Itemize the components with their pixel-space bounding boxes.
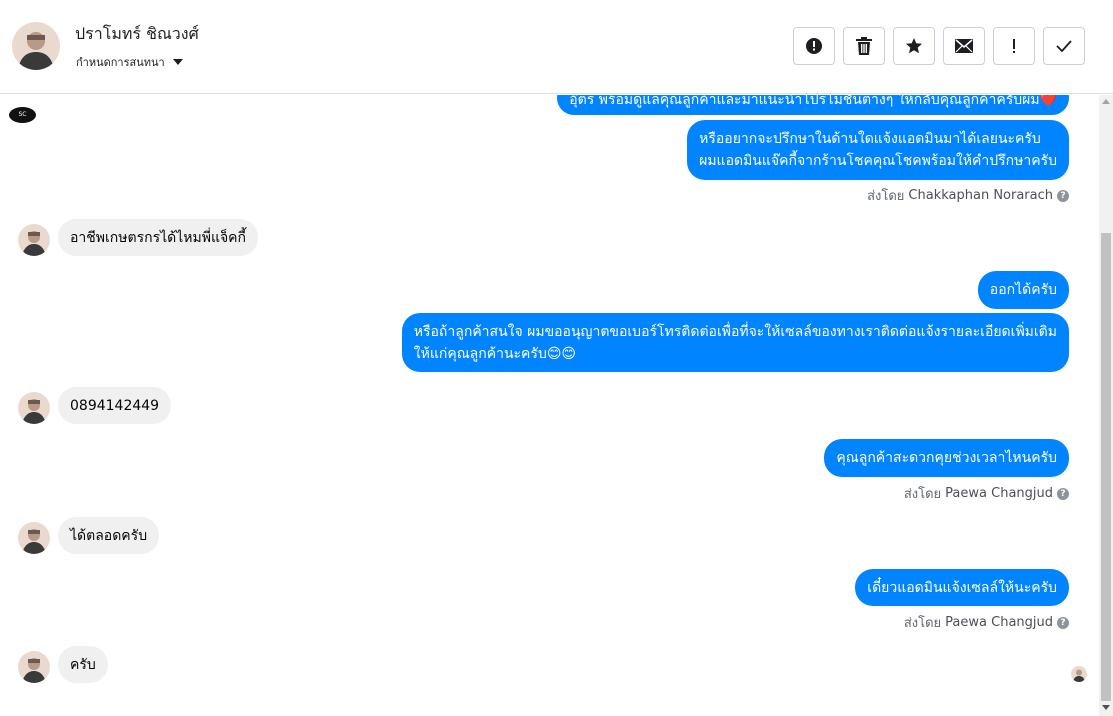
outgoing-message[interactable]: หรืออยากจะปรึกษาในด้านใดแจ้งแอดมินมาได้เ… <box>687 120 1069 180</box>
message-line: หรือถ้าลูกค้าสนใจ ผมขออนุญาตขอเบอร์โทรติ… <box>413 324 1057 340</box>
sent-by-prefix: ส่งโดย <box>903 616 942 631</box>
scroll-up-arrow-icon[interactable] <box>1102 99 1110 104</box>
message-line: หรืออยากจะปรึกษาในด้านใดแจ้งแอดมินมาได้เ… <box>699 131 1041 147</box>
page-logo: SC <box>9 107 36 123</box>
outgoing-message[interactable]: คุณลูกค้าสะดวกคุยช่วงเวลาไหนครับ <box>824 439 1069 477</box>
conversation-label-dropdown[interactable]: กำหนดการสนทนา <box>76 53 183 71</box>
conversation-header: ปราโมทร์ ชิณวงศ์ กำหนดการสนทนา <box>0 0 1113 94</box>
vertical-scrollbar[interactable] <box>1099 95 1113 716</box>
outgoing-message[interactable]: อุ๊ตร พร้อมดูแลคุณลูกค้าและมาแนะนำโปรโมช… <box>557 95 1069 115</box>
message-thread[interactable]: SC อุ๊ตร พร้อมดูแลคุณลูกค้าและมาแนะนำโปร… <box>0 95 1099 716</box>
alert-circle-icon <box>806 38 822 54</box>
label-dropdown-text: กำหนดการสนทนา <box>76 56 165 69</box>
outgoing-message[interactable]: หรือถ้าลูกค้าสนใจ ผมขออนุญาตขอเบอร์โทรติ… <box>401 313 1069 372</box>
caret-down-icon <box>172 59 183 65</box>
seen-indicator-avatar <box>1071 666 1087 682</box>
sent-by-name[interactable]: Chakkaphan Norarach <box>908 188 1053 203</box>
scrollbar-thumb[interactable] <box>1101 233 1111 701</box>
incoming-message[interactable]: ได้ตลอดครับ <box>58 517 160 554</box>
message-line: ให้แก่คุณลูกค้านะครับ😊😊 <box>413 346 577 362</box>
help-icon[interactable]: ? <box>1057 616 1069 629</box>
scroll-down-arrow-icon[interactable] <box>1102 705 1110 710</box>
trash-icon <box>856 37 872 55</box>
sent-by-label: ส่งโดย Paewa Changjud ? <box>904 612 1069 633</box>
help-icon[interactable]: ? <box>1057 189 1069 202</box>
contact-avatar[interactable] <box>12 22 60 70</box>
outgoing-message[interactable]: เดี๋ยวแอดมินแจ้งเซลล์ให้นะครับ <box>855 569 1069 606</box>
contact-avatar-small[interactable] <box>18 224 50 256</box>
outgoing-message[interactable]: ออกได้ครับ <box>977 271 1069 309</box>
mark-unread-button[interactable] <box>943 27 985 65</box>
sent-by-prefix: ส่งโดย <box>903 487 942 502</box>
star-icon <box>906 38 922 54</box>
exclamation-icon <box>1013 39 1015 53</box>
contact-name[interactable]: ปราโมทร์ ชิณวงศ์ <box>75 22 199 47</box>
incoming-message[interactable]: 0894142449 <box>58 387 172 424</box>
mark-spam-button[interactable] <box>793 27 835 65</box>
contact-avatar-small[interactable] <box>18 392 50 424</box>
delete-button[interactable] <box>843 27 885 65</box>
sent-by-prefix: ส่งโดย <box>867 189 905 204</box>
check-icon <box>1056 40 1072 52</box>
sent-by-label: ส่งโดย Paewa Changjud ? <box>904 483 1069 504</box>
contact-avatar-small[interactable] <box>18 651 50 683</box>
incoming-message[interactable]: อาชีพเกษตรกรได้ไหมพี่แจ็คกี้ <box>58 219 259 256</box>
contact-avatar-small[interactable] <box>18 522 50 554</box>
envelope-icon <box>955 39 973 53</box>
follow-up-button[interactable] <box>993 27 1035 65</box>
star-button[interactable] <box>893 27 935 65</box>
sent-by-name[interactable]: Paewa Changjud <box>945 615 1053 630</box>
message-line: ผมแอดมินแจ๊คกี้จากร้านโชคคุณโชคพร้อมให้ค… <box>699 153 1057 169</box>
incoming-message[interactable]: ครับ <box>58 646 108 683</box>
help-icon[interactable]: ? <box>1057 487 1069 500</box>
sent-by-name[interactable]: Paewa Changjud <box>945 486 1053 501</box>
sent-by-label: ส่งโดย Chakkaphan Norarach ? <box>867 185 1069 206</box>
mark-done-button[interactable] <box>1043 27 1085 65</box>
conversation-toolbar <box>793 27 1085 65</box>
